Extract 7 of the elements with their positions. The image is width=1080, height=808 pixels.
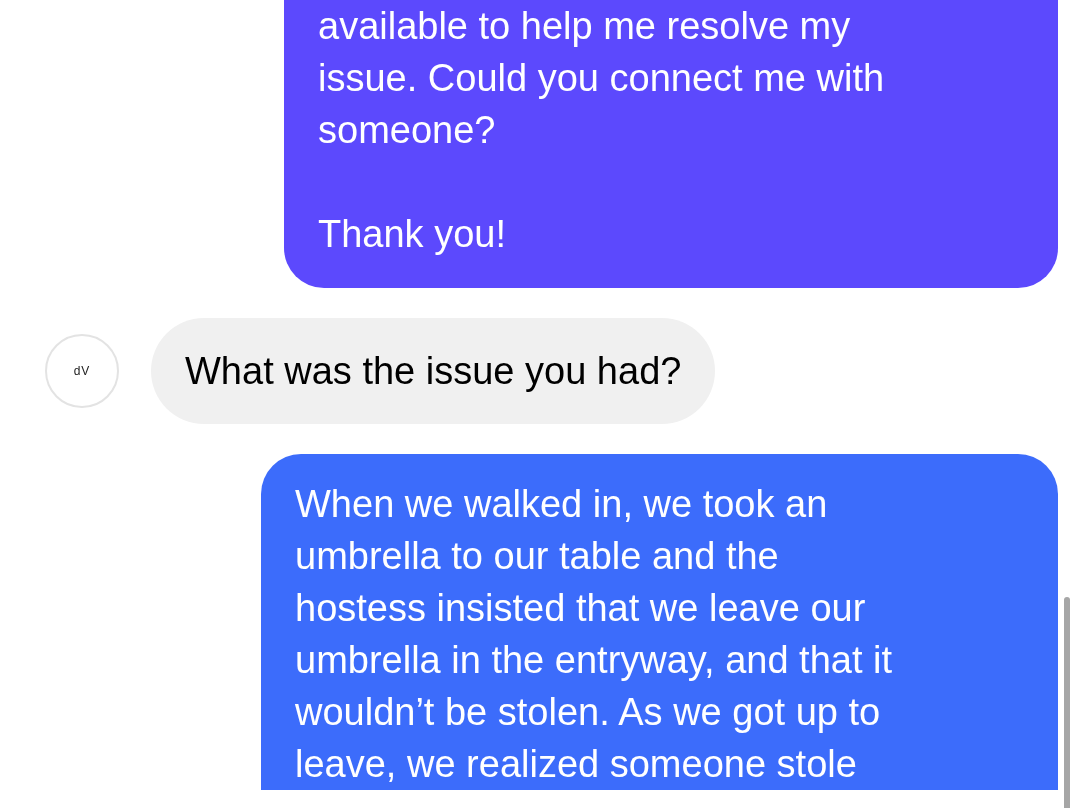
avatar-logo[interactable]: dV <box>45 334 119 408</box>
scrollbar[interactable] <box>1064 597 1070 808</box>
message-text: Thank you! <box>318 212 507 257</box>
message-text: When we walked in, we took an umbrella to our table and the hostess insisted that we leave our umbrella in the entryway, and that it wouldn’t be stolen. As we got up to leave, we realized someone stole <box>295 482 894 787</box>
logo-text: dV <box>73 364 91 378</box>
message-text: What was the issue you had? <box>185 349 682 394</box>
message-text: available to help me resolve my issue. Could you connect me with someone? <box>318 4 886 153</box>
